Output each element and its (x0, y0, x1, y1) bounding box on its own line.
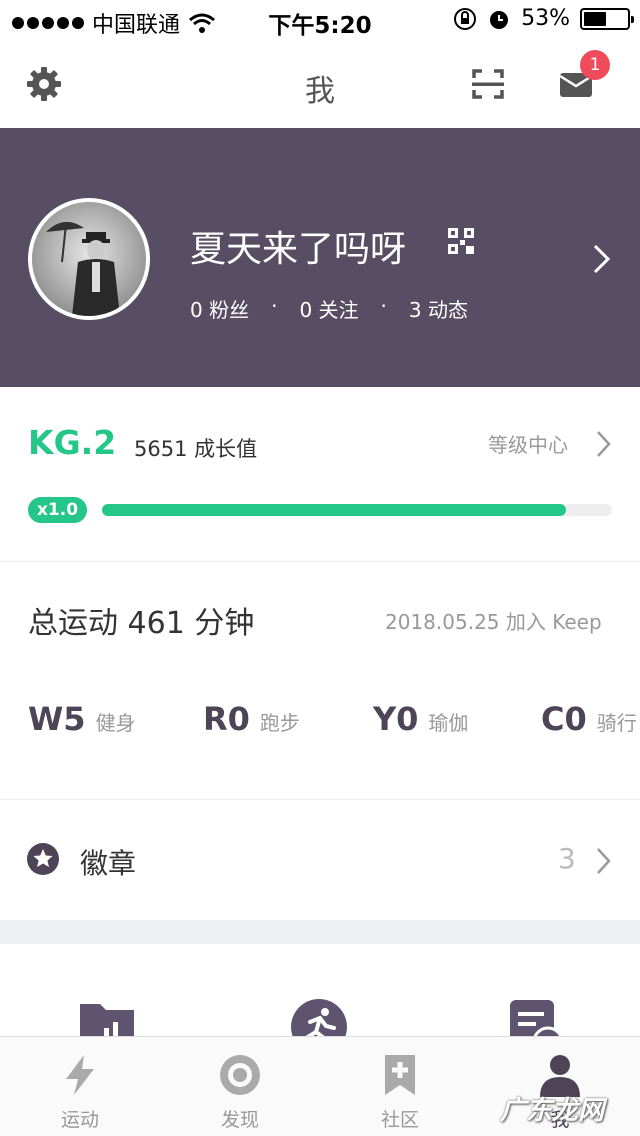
chevron-right-icon[interactable] (594, 429, 614, 459)
stats-separator: · (271, 294, 278, 318)
tab-label: 运动 (60, 1109, 99, 1131)
exercise-name: 跑步 (259, 711, 300, 735)
posts-count[interactable]: 3 动态 (409, 294, 468, 323)
profile-header[interactable]: 夏天来了吗呀 0 粉丝 · 0 关注 · 3 动态 (0, 128, 640, 387)
stats-separator: · (380, 294, 387, 318)
growth-progress-fill (102, 504, 567, 516)
rotation-lock-icon (454, 7, 477, 30)
data-folder-icon[interactable] (78, 998, 136, 1036)
badges-row[interactable]: 徽章 3 (0, 800, 640, 920)
growth-progress-bar (102, 504, 612, 516)
scan-icon[interactable] (468, 64, 508, 104)
watermark: 广东龙网 (500, 1096, 605, 1126)
badges-count: 3 (558, 842, 576, 875)
exercise-item-workout[interactable]: W5 健身 (28, 700, 136, 738)
exercise-name: 瑜伽 (428, 711, 469, 735)
username: 夏天来了吗呀 (190, 229, 407, 270)
page-title: 我 (305, 74, 335, 109)
feature-icons-row (0, 944, 640, 1036)
level-badge: KG.2 (28, 423, 117, 462)
battery-icon (580, 7, 634, 30)
exercise-item-cycling[interactable]: C0 骑行 (541, 700, 640, 738)
mail-badge: 1 (580, 50, 610, 80)
growth-value: 5651 成长值 (134, 437, 258, 461)
lightning-icon (66, 1055, 94, 1095)
avatar-image (32, 202, 146, 316)
discover-icon (220, 1055, 260, 1095)
tab-label: 发现 (220, 1109, 259, 1131)
battery-percent: 53% (521, 6, 570, 31)
tab-label: 社区 (380, 1109, 419, 1131)
exercise-item-yoga[interactable]: Y0 瑜伽 (373, 700, 468, 738)
join-date: 2018.05.25 加入 Keep (385, 610, 602, 634)
exercise-summary[interactable]: 总运动 461 分钟 2018.05.25 加入 Keep W5 健身 R0 跑步 … (0, 562, 640, 800)
chevron-right-icon[interactable] (590, 242, 614, 276)
total-exercise: 总运动 461 分钟 (28, 606, 255, 641)
tab-community[interactable]: 社区 (320, 1037, 480, 1136)
tab-exercise[interactable]: 运动 (0, 1037, 160, 1136)
avatar[interactable] (28, 198, 150, 320)
exercise-item-running[interactable]: R0 跑步 (203, 700, 300, 738)
level-section: KG.2 5651 成长值 等级中心 x1.0 (0, 387, 640, 562)
multiplier-badge: x1.0 (28, 497, 87, 523)
exercise-code: C0 (541, 700, 587, 738)
tab-discover[interactable]: 发现 (160, 1037, 320, 1136)
chevron-right-icon[interactable] (594, 846, 614, 876)
profile-stats: 0 粉丝 · 0 关注 · 3 动态 (190, 294, 468, 323)
exercise-name: 骑行 (596, 711, 637, 735)
running-icon[interactable] (290, 998, 348, 1036)
status-bar: 中国联通 下午5:20 53% (0, 0, 640, 42)
record-list-icon[interactable] (508, 998, 566, 1036)
bookmark-plus-icon (385, 1055, 415, 1095)
section-divider (0, 920, 640, 944)
exercise-name: 健身 (95, 711, 136, 735)
qr-code-icon[interactable] (448, 228, 474, 254)
following-count[interactable]: 0 关注 (299, 294, 358, 323)
fans-count[interactable]: 0 粉丝 (190, 294, 249, 323)
alarm-icon (490, 10, 509, 29)
exercise-code: Y0 (373, 700, 419, 738)
badges-title: 徽章 (80, 847, 137, 880)
nav-bar: 我 1 (0, 42, 640, 128)
exercise-code: R0 (203, 700, 250, 738)
medal-icon (27, 843, 59, 875)
exercise-code: W5 (28, 700, 86, 738)
level-center-link[interactable]: 等级中心 (488, 429, 568, 458)
